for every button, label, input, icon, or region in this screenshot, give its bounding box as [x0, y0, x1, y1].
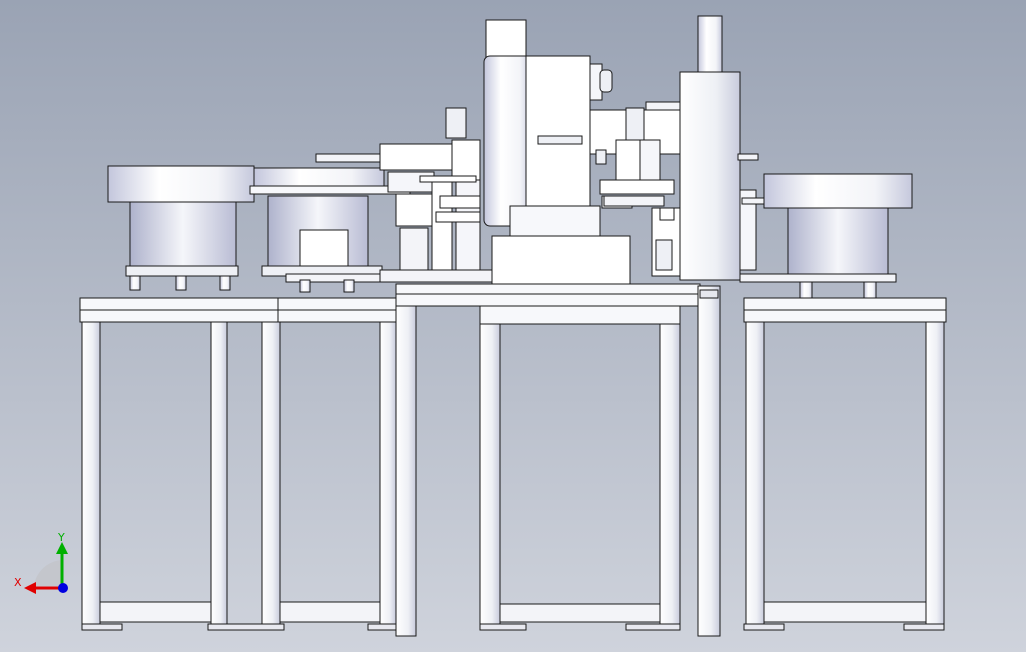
- y-axis-label: Y: [58, 531, 65, 544]
- cad-viewport[interactable]: Y X: [0, 0, 1026, 652]
- orientation-triad: [24, 542, 68, 594]
- left-frame: [79, 297, 399, 631]
- right-tower: [679, 15, 759, 281]
- right-bowl-feeder: [739, 173, 913, 299]
- left-bowl-feeder: [107, 165, 255, 291]
- x-axis-label: X: [14, 576, 22, 589]
- right-frame: [743, 297, 947, 631]
- z-axis-dot: [58, 583, 68, 593]
- assembly-drawing: [24, 15, 947, 637]
- center-frame: [395, 283, 721, 637]
